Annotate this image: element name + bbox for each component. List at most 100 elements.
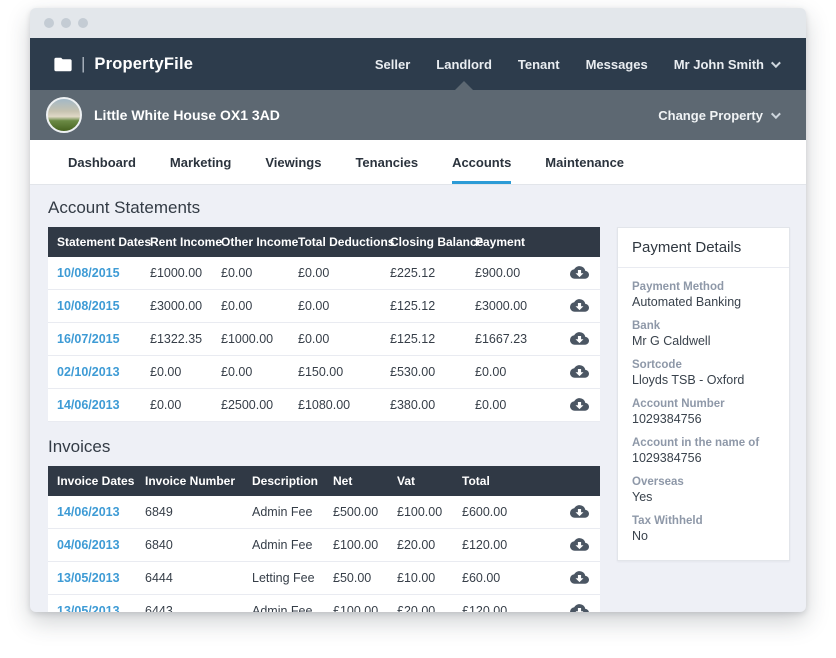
column-header: Payment — [466, 227, 559, 257]
tab-accounts[interactable]: Accounts — [452, 140, 511, 184]
top-navbar: | PropertyFile Seller Landlord Tenant Me… — [30, 38, 806, 90]
rent-income-cell: £1322.35 — [141, 323, 212, 356]
cloud-download-icon — [570, 267, 589, 282]
field-label: Bank — [632, 320, 775, 332]
payment-detail-field: Account Number 1029384756 — [632, 398, 775, 426]
field-label: Sortcode — [632, 359, 775, 371]
field-label: Account in the name of — [632, 437, 775, 449]
column-header: Closing Balance — [381, 227, 466, 257]
field-value: 1029384756 — [632, 412, 775, 426]
invoice-number-cell: 6840 — [136, 529, 243, 562]
payment-detail-field: Overseas Yes — [632, 476, 775, 504]
payment-detail-field: Sortcode Lloyds TSB - Oxford — [632, 359, 775, 387]
column-header: Invoice Dates — [48, 466, 136, 496]
statement-date-link[interactable]: 10/08/2015 — [48, 290, 141, 323]
main-nav: Seller Landlord Tenant Messages Mr John … — [375, 57, 778, 72]
cloud-download-icon — [570, 572, 589, 587]
download-invoice-button[interactable] — [570, 504, 589, 518]
field-value: Automated Banking — [632, 295, 775, 309]
invoice-date-link[interactable]: 13/05/2013 — [48, 562, 136, 595]
total-deductions-cell: £0.00 — [289, 323, 381, 356]
net-cell: £100.00 — [324, 595, 388, 613]
invoice-row: 04/06/2013 6840 Admin Fee £100.00 £20.00… — [48, 529, 600, 562]
payment-details-title: Payment Details — [618, 228, 789, 268]
closing-balance-cell: £125.12 — [381, 323, 466, 356]
download-statement-button[interactable] — [570, 298, 589, 312]
download-invoice-button[interactable] — [570, 603, 589, 613]
closing-balance-cell: £530.00 — [381, 356, 466, 389]
other-income-cell: £0.00 — [212, 356, 289, 389]
nav-item-seller[interactable]: Seller — [375, 57, 410, 72]
statements-title: Account Statements — [48, 198, 600, 218]
cloud-download-icon — [570, 333, 589, 348]
rent-income-cell: £0.00 — [141, 389, 212, 422]
field-label: Tax Withheld — [632, 515, 775, 527]
active-indicator-caret — [453, 81, 475, 92]
download-invoice-button[interactable] — [570, 570, 589, 584]
total-cell: £120.00 — [453, 529, 559, 562]
statement-row: 10/08/2015 £3000.00 £0.00 £0.00 £125.12 … — [48, 290, 600, 323]
download-invoice-button[interactable] — [570, 537, 589, 551]
net-cell: £50.00 — [324, 562, 388, 595]
statement-row: 16/07/2015 £1322.35 £1000.00 £0.00 £125.… — [48, 323, 600, 356]
tab-viewings[interactable]: Viewings — [265, 140, 321, 184]
total-deductions-cell: £1080.00 — [289, 389, 381, 422]
statement-date-link[interactable]: 14/06/2013 — [48, 389, 141, 422]
column-header-spacer — [559, 227, 600, 257]
user-menu[interactable]: Mr John Smith — [674, 57, 778, 72]
rent-income-cell: £1000.00 — [141, 257, 212, 290]
download-statement-button[interactable] — [570, 397, 589, 411]
vat-cell: £20.00 — [388, 529, 453, 562]
invoices-table: Invoice Dates Invoice Number Description… — [48, 466, 600, 612]
net-cell: £500.00 — [324, 496, 388, 529]
property-bar: Little White House OX1 3AD Change Proper… — [30, 90, 806, 140]
brand: | PropertyFile — [54, 54, 193, 74]
statement-date-link[interactable]: 10/08/2015 — [48, 257, 141, 290]
statement-date-link[interactable]: 16/07/2015 — [48, 323, 141, 356]
download-statement-button[interactable] — [570, 265, 589, 279]
nav-item-messages[interactable]: Messages — [586, 57, 648, 72]
window-titlebar — [30, 8, 806, 38]
total-deductions-cell: £0.00 — [289, 290, 381, 323]
download-statement-button[interactable] — [570, 331, 589, 345]
invoices-title: Invoices — [48, 437, 600, 457]
statement-date-link[interactable]: 02/10/2013 — [48, 356, 141, 389]
tab-maintenance[interactable]: Maintenance — [545, 140, 624, 184]
invoice-date-link[interactable]: 14/06/2013 — [48, 496, 136, 529]
rent-income-cell: £0.00 — [141, 356, 212, 389]
column-header: Statement Dates — [48, 227, 141, 257]
change-property-button[interactable]: Change Property — [658, 108, 778, 123]
field-value: Mr G Caldwell — [632, 334, 775, 348]
statements-header-row: Statement Dates Rent Income Other Income… — [48, 227, 600, 257]
total-deductions-cell: £150.00 — [289, 356, 381, 389]
invoice-date-link[interactable]: 13/05/2013 — [48, 595, 136, 613]
payment-detail-field: Payment Method Automated Banking — [632, 281, 775, 309]
invoice-row: 13/05/2013 6443 Admin Fee £100.00 £20.00… — [48, 595, 600, 613]
vat-cell: £10.00 — [388, 562, 453, 595]
tab-marketing[interactable]: Marketing — [170, 140, 231, 184]
invoice-date-link[interactable]: 04/06/2013 — [48, 529, 136, 562]
tab-dashboard[interactable]: Dashboard — [68, 140, 136, 184]
section-tabs: Dashboard Marketing Viewings Tenancies A… — [30, 140, 806, 185]
tab-tenancies[interactable]: Tenancies — [355, 140, 418, 184]
field-value: Lloyds TSB - Oxford — [632, 373, 775, 387]
statement-row: 10/08/2015 £1000.00 £0.00 £0.00 £225.12 … — [48, 257, 600, 290]
nav-item-landlord[interactable]: Landlord — [436, 57, 492, 72]
window-control-dot[interactable] — [61, 18, 71, 28]
window-control-dot[interactable] — [78, 18, 88, 28]
window-control-dot[interactable] — [44, 18, 54, 28]
content-area: Account Statements Statement Dates Rent … — [30, 185, 806, 612]
nav-item-tenant[interactable]: Tenant — [518, 57, 560, 72]
payment-cell: £3000.00 — [466, 290, 559, 323]
payment-cell: £0.00 — [466, 356, 559, 389]
field-label: Account Number — [632, 398, 775, 410]
other-income-cell: £1000.00 — [212, 323, 289, 356]
download-statement-button[interactable] — [570, 364, 589, 378]
side-column: Payment Details Payment Method Automated… — [617, 227, 790, 612]
description-cell: Admin Fee — [243, 595, 324, 613]
column-header: Total Deductions — [289, 227, 381, 257]
other-income-cell: £0.00 — [212, 257, 289, 290]
app-window: | PropertyFile Seller Landlord Tenant Me… — [30, 8, 806, 612]
rent-income-cell: £3000.00 — [141, 290, 212, 323]
closing-balance-cell: £380.00 — [381, 389, 466, 422]
